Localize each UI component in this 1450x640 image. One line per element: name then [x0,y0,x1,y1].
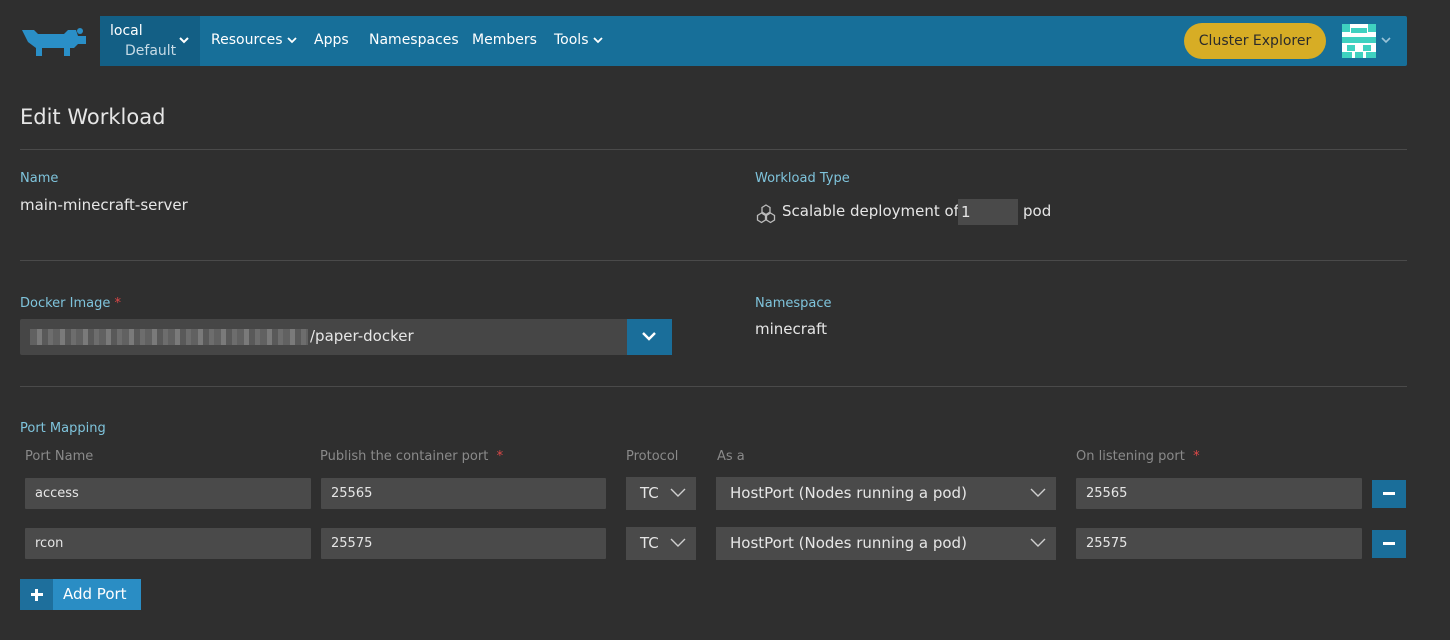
container-port-input[interactable] [321,528,606,559]
header-protocol: Protocol [626,449,679,464]
nav-members-label: Members [472,32,537,48]
protocol-value: TC [640,534,659,552]
service-type-select[interactable]: HostPort (Nodes running a pod) [716,527,1056,560]
deployment-icon [756,204,776,224]
divider [20,260,1407,261]
required-marker: * [1193,449,1200,464]
required-marker: * [496,449,504,464]
nav-apps-label: Apps [314,32,349,48]
chevron-down-icon [1030,488,1046,497]
protocol-select[interactable]: TC [626,477,696,510]
scalable-deployment-text: Scalable deployment of [782,202,959,220]
workload-name: main-minecraft-server [20,196,188,214]
header-as-a: As a [717,449,745,464]
chevron-down-icon [642,332,656,341]
nav-apps[interactable]: Apps [314,32,349,48]
docker-image-dropdown-button[interactable] [627,319,672,355]
name-label: Name [20,171,59,186]
listening-port-input[interactable] [1076,478,1362,509]
redacted-registry [30,329,308,345]
nav-tools-label: Tools [554,32,589,48]
required-marker: * [114,296,122,311]
nav-namespaces[interactable]: Namespaces [369,32,459,48]
add-port-button[interactable]: Add Port [20,579,141,610]
docker-image-label: Docker Image * [20,296,121,311]
docker-image-value: /paper-docker [310,327,414,345]
nav-tools[interactable]: Tools [554,32,603,48]
chevron-down-icon [670,538,686,547]
pod-count-input[interactable] [958,199,1018,225]
namespace-value: minecraft [755,320,828,338]
port-name-input[interactable] [25,528,311,559]
user-avatar[interactable] [1342,24,1376,58]
protocol-value: TC [640,484,659,502]
nav-namespaces-label: Namespaces [369,32,459,48]
protocol-select[interactable]: TC [626,527,696,560]
nav-members[interactable]: Members [472,32,537,48]
port-mapping-label: Port Mapping [20,421,106,436]
docker-image-label-text: Docker Image [20,296,111,311]
chevron-down-icon [286,37,297,44]
plus-icon [20,579,53,610]
pod-unit-text: pod [1023,202,1052,220]
chevron-down-icon[interactable] [1380,36,1392,46]
cluster-name: local [110,23,143,39]
project-name: Default [125,43,177,59]
header-publish-container-port: Publish the container port * [320,449,503,464]
namespace-label: Namespace [755,296,832,311]
port-name-input[interactable] [25,478,311,509]
cluster-explorer-button[interactable]: Cluster Explorer [1184,23,1326,59]
service-type-select[interactable]: HostPort (Nodes running a pod) [716,477,1056,510]
chevron-down-icon [592,37,603,44]
docker-image-input[interactable]: /paper-docker [20,319,627,355]
listening-port-input[interactable] [1076,528,1362,559]
chevron-down-icon [179,37,189,44]
divider [20,149,1407,150]
header-listening-port: On listening port * [1076,449,1200,464]
nav-resources-label: Resources [211,32,283,48]
header-publish-text: Publish the container port [320,449,489,464]
workload-type-label: Workload Type [755,171,850,186]
cluster-project-switcher[interactable]: local Default [100,16,200,66]
container-port-input[interactable] [321,478,606,509]
remove-port-button[interactable] [1372,480,1406,508]
remove-port-button[interactable] [1372,530,1406,558]
top-navigation: local Default Resources Apps Namespaces … [100,16,1407,66]
chevron-down-icon [670,488,686,497]
service-type-value: HostPort (Nodes running a pod) [730,534,967,552]
header-listening-text: On listening port [1076,449,1185,464]
page-title: Edit Workload [20,105,166,129]
service-type-value: HostPort (Nodes running a pod) [730,484,967,502]
divider [20,386,1407,387]
rancher-logo-icon[interactable] [20,26,90,58]
chevron-down-icon [1030,538,1046,547]
add-port-label: Add Port [63,585,127,603]
nav-resources[interactable]: Resources [211,32,297,48]
header-port-name: Port Name [25,449,94,464]
